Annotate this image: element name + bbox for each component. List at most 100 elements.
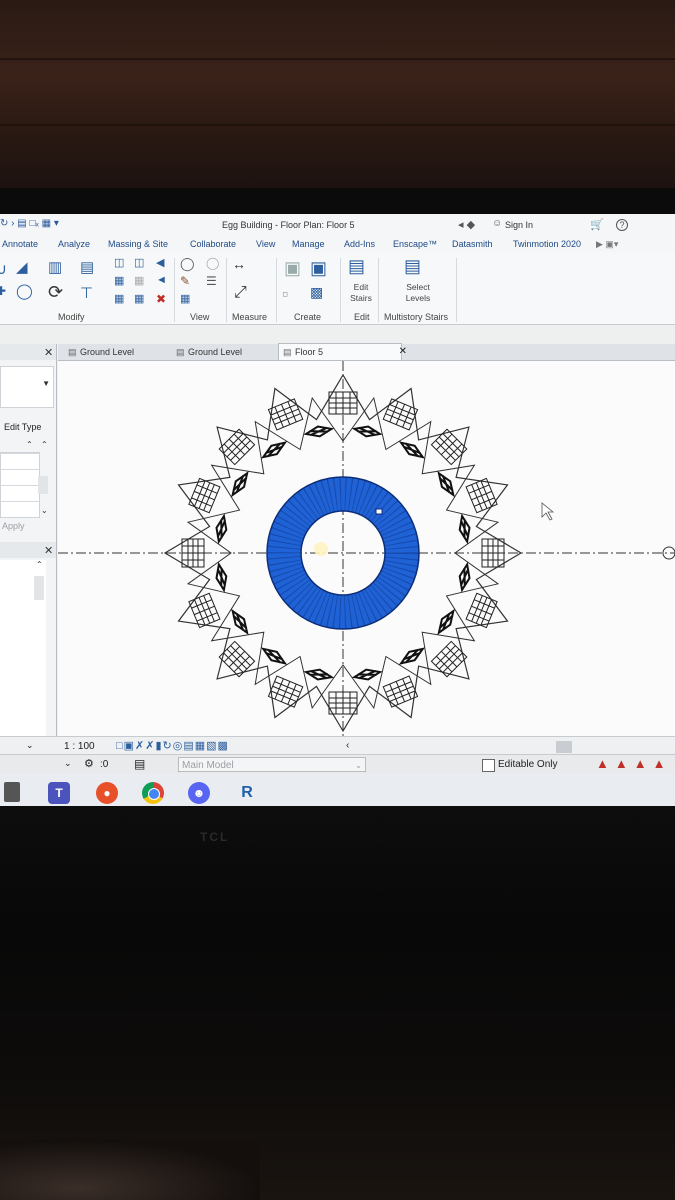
view-scale[interactable]: 1 : 100 (64, 741, 95, 752)
close-icon[interactable]: ✕ (399, 344, 407, 360)
scale-icon[interactable]: ▦ (134, 274, 144, 287)
ribbon-separator (340, 258, 341, 322)
search-icon[interactable]: ◂ ◆ (458, 218, 475, 231)
tab-view[interactable]: View (256, 239, 275, 249)
discord-icon[interactable]: ☻ (188, 782, 210, 804)
tab-twinmotion[interactable]: Twinmotion 2020 (513, 239, 581, 249)
design-options-icon[interactable]: ▤ (134, 757, 145, 771)
model-selector-value: Main Model (182, 760, 234, 771)
ribbon-separator (226, 258, 227, 322)
scrollbar-thumb[interactable] (34, 576, 44, 600)
dimension-icon[interactable]: ⤢ (234, 284, 247, 302)
window-grid (465, 592, 498, 629)
tab-annotate[interactable]: Annotate (2, 239, 38, 249)
array-icon[interactable]: ▦ (114, 274, 124, 287)
thin-lines-icon[interactable]: ☰ (206, 274, 217, 288)
apply-button[interactable]: Apply (0, 521, 25, 531)
window-grid (465, 477, 498, 514)
selection-filter-icons[interactable]: ▲▲▲▲ (596, 756, 671, 771)
window-grid (481, 538, 505, 568)
rotate-icon[interactable]: ⟳ (48, 282, 63, 303)
tab-ground-level[interactable]: ▤ Ground Level (172, 344, 284, 360)
create-similar-icon[interactable]: ▩ (310, 284, 323, 301)
railing-detail (303, 668, 335, 681)
drawing-canvas[interactable] (58, 361, 675, 743)
trim-icon[interactable]: ⊤ (80, 284, 93, 302)
railing-detail (260, 441, 288, 459)
wall-line (0, 58, 675, 60)
tab-analyze[interactable]: Analyze (58, 239, 90, 249)
grip-handle (375, 508, 383, 515)
worksets-icon[interactable]: ⚙ (84, 757, 94, 770)
unpin-icon[interactable]: ▦ (134, 292, 144, 305)
edit-stairs-label[interactable]: Edit Stairs (346, 282, 376, 304)
edit-type-button[interactable]: Edit Type (4, 422, 41, 432)
measure-icon[interactable]: ↔ (232, 256, 246, 272)
scroll-up-icon[interactable]: ⌃ (41, 440, 48, 449)
pin-icon[interactable]: ▦ (114, 292, 124, 305)
railing-detail (351, 668, 383, 681)
cope-icon[interactable]: ∪ (0, 260, 7, 278)
chrome-icon[interactable] (142, 782, 164, 804)
create-group-icon[interactable]: ▣ (310, 258, 327, 279)
split-face-icon[interactable]: ▥ (48, 258, 62, 276)
close-icon[interactable]: ✕ (44, 544, 53, 557)
railing-detail (458, 561, 471, 593)
offset-icon[interactable]: ◫ (134, 256, 144, 269)
view-control-icons[interactable]: □▣✗✗▮↻◎▤▦▧▩ (116, 739, 229, 752)
properties-grid[interactable] (0, 452, 40, 518)
align-icon[interactable]: ◫ (114, 256, 124, 269)
copy-icon[interactable]: ◯ (16, 282, 33, 300)
tab-floor-5[interactable]: ▤ Floor 5 ✕ (278, 343, 407, 360)
ribbon-toggle-icon[interactable]: ▶ ▣▾ (596, 239, 618, 250)
paint-icon[interactable]: ▤ (80, 258, 94, 276)
office-icon[interactable]: ● (96, 782, 118, 804)
scroll-down-icon[interactable]: ⌄ (41, 506, 48, 515)
tab-massing-site[interactable]: Massing & Site (108, 239, 168, 249)
teams-icon[interactable]: T (48, 782, 70, 804)
sign-in-link[interactable]: Sign In (505, 220, 533, 230)
tab-add-ins[interactable]: Add-Ins (344, 239, 375, 249)
demolish-icon[interactable]: ▦ (180, 292, 190, 305)
delete-icon[interactable]: ✖ (156, 292, 166, 306)
scrollbar-thumb[interactable] (38, 476, 48, 494)
scroll-left-icon[interactable]: ‹ (346, 740, 349, 751)
component-icon[interactable]: ▣ (284, 258, 301, 279)
collapse-icon[interactable]: ⌃ (26, 440, 33, 449)
type-selector[interactable]: ▼ (0, 366, 54, 408)
create-parts-icon[interactable]: ▫ (282, 284, 288, 305)
cart-icon[interactable]: 🛒 (590, 218, 604, 231)
tab-datasmith[interactable]: Datasmith (452, 239, 493, 249)
status-bar: ⌄ ⚙ :0 ▤ Main Model ⌄ Editable Only ▲▲▲▲ (0, 754, 675, 775)
quick-access-toolbar[interactable]: ↻ › ▤ □ₓ ▦ ▾ (0, 218, 59, 229)
ribbon-separator (456, 258, 457, 322)
editable-only-checkbox[interactable] (482, 759, 495, 772)
select-levels-label[interactable]: Select Levels (400, 282, 436, 304)
model-selector[interactable]: Main Model ⌄ (178, 757, 366, 772)
split-icon[interactable]: ◄ (156, 274, 167, 286)
close-icon[interactable]: ✕ (44, 346, 53, 359)
tab-enscape[interactable]: Enscape™ (393, 239, 437, 249)
chevron-down-icon[interactable]: ⌄ (26, 740, 34, 751)
bulb-icon[interactable]: ◯ (180, 256, 195, 272)
user-icon[interactable]: ☺ (492, 218, 502, 229)
mirror-icon[interactable]: ◀ (156, 256, 164, 269)
tab-collaborate[interactable]: Collaborate (190, 239, 236, 249)
floor-plan-icon: ▤ (68, 347, 77, 357)
join-icon[interactable]: ◢ (16, 258, 28, 276)
brush-icon[interactable]: ✎ (180, 274, 190, 288)
scroll-up-icon[interactable]: ⌃ (36, 560, 43, 569)
select-levels-icon[interactable]: ▤ (404, 256, 421, 277)
floor-plan-drawing[interactable] (58, 361, 675, 743)
help-icon[interactable]: ? (616, 219, 628, 231)
desk-shadow (0, 1140, 260, 1200)
tab-manage[interactable]: Manage (292, 239, 325, 249)
printer-icon[interactable] (4, 782, 20, 802)
tab-ground-level[interactable]: ▤ Ground Level (64, 344, 180, 360)
move-icon[interactable]: ✚ (0, 284, 6, 298)
hide-icon[interactable]: ◯ (206, 256, 219, 270)
chevron-down-icon[interactable]: ⌄ (64, 758, 72, 769)
revit-icon[interactable]: R (236, 782, 258, 804)
scrollbar-thumb[interactable] (556, 741, 572, 753)
edit-stairs-icon[interactable]: ▤ (348, 256, 365, 277)
